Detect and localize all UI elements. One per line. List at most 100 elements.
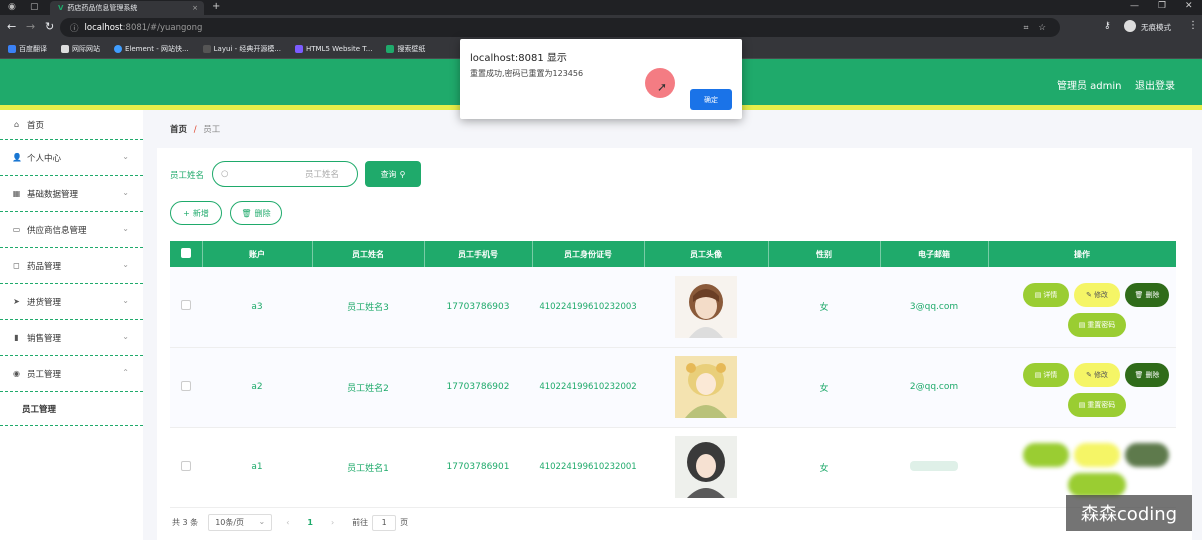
edit-button[interactable]: ✎ 修改 [1074, 282, 1120, 307]
add-button[interactable]: + 新增 [170, 201, 222, 225]
sidebar-item-supplier[interactable]: ▭ 供应商信息管理 ⌄ [0, 212, 143, 248]
key-icon[interactable]: ⚷ [1104, 21, 1111, 31]
breadcrumb-home[interactable]: 首页 [170, 125, 187, 135]
row-checkbox[interactable] [181, 380, 191, 391]
chevron-down-icon: ⌄ [122, 332, 129, 341]
column-header: 员工手机号 [424, 241, 533, 267]
chevron-down-icon: ⌄ [258, 517, 266, 526]
query-button[interactable]: 查询 ⚲ [365, 161, 421, 187]
avatar-cell [644, 347, 768, 428]
back-icon[interactable]: ← [7, 20, 16, 33]
reload-icon[interactable]: ↻ [45, 20, 54, 33]
name-cell: 员工姓名1 [312, 427, 424, 508]
reset-password-button[interactable]: ▤ 重置密码 [1068, 312, 1126, 337]
table-row: a3 员工姓名3 17703786903 410224199610232003 … [170, 267, 1176, 348]
search-icon: ○ [221, 169, 229, 179]
page-size-select[interactable]: 10条/页 ⌄ [208, 514, 273, 531]
maximize-icon[interactable]: ❐ [1158, 1, 1166, 11]
doc-icon: ▤ [1078, 401, 1086, 409]
prev-page-icon[interactable]: ‹ [286, 518, 289, 527]
forward-icon[interactable]: → [26, 20, 35, 33]
sidebar-item-label: 销售管理 [27, 333, 62, 344]
sidebar-item-sales[interactable]: ▮ 销售管理 ⌄ [0, 320, 143, 356]
row-checkbox[interactable] [181, 300, 191, 311]
bookmark-item[interactable]: 网际网站 [61, 44, 100, 54]
new-tab-icon[interactable]: + [212, 1, 220, 12]
browser-more-icon[interactable]: ⋮ [1188, 20, 1198, 31]
edit-button[interactable]: ✎ 修改 [1074, 363, 1120, 387]
pill-icon: ◻ [13, 261, 20, 270]
goto-input[interactable]: 1 [372, 514, 397, 531]
delete-button[interactable]: 🗑 删除 [1125, 363, 1169, 387]
sidebar-item-label: 首页 [27, 120, 45, 131]
batch-delete-button[interactable]: 🗑 删除 [230, 201, 282, 225]
pencil-icon: ✎ [1086, 371, 1092, 379]
name-cell: 员工姓名2 [312, 347, 424, 428]
browser-menu-icon[interactable]: ◉ [8, 2, 16, 12]
monitor-icon: ▭ [12, 225, 21, 234]
page-number[interactable]: 1 [307, 518, 313, 527]
bookmark-item[interactable]: HTML5 Website T... [295, 45, 372, 53]
detail-button[interactable]: ▤ 详情 [1023, 282, 1069, 307]
reset-password-button[interactable] [1068, 473, 1126, 497]
detail-button[interactable]: ▤ 详情 [1023, 363, 1069, 387]
delete-button[interactable] [1125, 443, 1169, 467]
row-actions: ▤ 详情 ✎ 修改 🗑 删除 ▤ 重置密码 [1023, 357, 1169, 417]
sidebar-subitem-employee-management[interactable]: 员工管理 [0, 392, 143, 426]
star-icon[interactable]: ☆ [1038, 23, 1046, 33]
trash-icon: 🗑 [241, 208, 252, 218]
select-all-checkbox[interactable] [180, 248, 191, 258]
bookmark-item[interactable]: Layui - 经典开源模... [202, 44, 282, 54]
row-select-cell[interactable] [170, 347, 202, 428]
sidebar-item-purchase[interactable]: ➤ 进货管理 ⌄ [0, 284, 143, 320]
alert-title: localhost:8081 显示 [470, 53, 567, 64]
sidebar-item-personal-center[interactable]: 👤 个人中心 ⌄ [0, 140, 143, 176]
goto-label: 前往 [352, 518, 369, 527]
row-select-cell[interactable] [170, 427, 202, 508]
minimize-icon[interactable]: — [1130, 1, 1139, 11]
translate-icon[interactable]: ⌗ [1024, 23, 1029, 33]
sidebar-item-home[interactable]: ⌂ 首页 [0, 110, 143, 140]
edit-button[interactable] [1074, 443, 1120, 467]
select-all-cell[interactable] [170, 241, 203, 267]
database-icon: ▦ [12, 189, 21, 198]
alert-dialog: localhost:8081 显示 重置成功,密码已重置为123456 确定 [460, 39, 742, 119]
sidebar-subitem-label: 员工管理 [22, 404, 57, 415]
row-checkbox[interactable] [181, 460, 191, 471]
sidebar-item-drug[interactable]: ◻ 药品管理 ⌄ [0, 248, 143, 284]
detail-button[interactable] [1023, 443, 1069, 467]
browser-tab-active[interactable]: V 药店药品信息管理系统 × [50, 1, 204, 15]
sidebar-item-basic-data[interactable]: ▦ 基础数据管理 ⌄ [0, 176, 143, 212]
employee-table: 账户 员工姓名 员工手机号 员工身份证号 员工头像 性别 电子邮箱 操作 a3 … [170, 241, 1177, 508]
url-host: localhost [84, 22, 123, 33]
sidebar-item-employee[interactable]: ◉ 员工管理 ⌃ [0, 356, 143, 392]
search-label: 员工姓名 [170, 171, 205, 181]
trash-icon: 🗑 [1134, 371, 1144, 379]
alert-ok-button[interactable]: 确定 [690, 89, 732, 110]
avatar-cell [644, 427, 768, 508]
tab-square-icon[interactable]: ▢ [30, 2, 39, 12]
bookmark-label: Layui - 经典开源模... [213, 45, 282, 53]
bookmark-item[interactable]: 百度翻译 [8, 44, 47, 54]
delete-button[interactable]: 🗑 删除 [1125, 282, 1169, 307]
search-input[interactable]: ○ 员工姓名 [212, 161, 358, 187]
row-select-cell[interactable] [170, 267, 202, 348]
breadcrumb-separator: / [193, 125, 197, 135]
close-window-icon[interactable]: ✕ [1185, 1, 1193, 11]
sidebar-item-label: 员工管理 [27, 369, 62, 380]
reset-password-button[interactable]: ▤ 重置密码 [1068, 393, 1126, 417]
email-cell: 2@qq.com [880, 347, 988, 428]
column-header: 操作 [988, 241, 1177, 267]
bookmark-item[interactable]: Element - 网站快... [114, 44, 189, 54]
gender-cell: 女 [768, 347, 880, 428]
page-unit-label: 页 [400, 518, 409, 527]
bookmark-item[interactable]: 搜索壁纸 [386, 44, 425, 54]
next-page-icon[interactable]: › [331, 518, 334, 527]
close-tab-icon[interactable]: × [192, 4, 198, 12]
address-bar[interactable]: ⓘ localhost :8081/#/yuangong ⌗ ☆ [60, 18, 1060, 37]
logout-link[interactable]: 退出登录 [1135, 77, 1175, 92]
id-card-cell: 410224199610232002 [532, 347, 644, 428]
column-header: 性别 [768, 241, 881, 267]
account-cell: a3 [202, 267, 312, 348]
incognito-label[interactable]: 无痕模式 [1141, 22, 1171, 33]
